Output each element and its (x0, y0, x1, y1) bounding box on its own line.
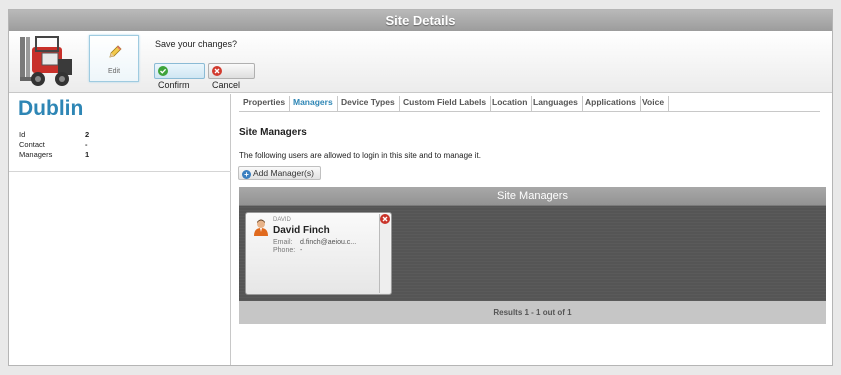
tab-managers[interactable]: Managers (289, 96, 338, 111)
property-key: Contact (19, 140, 45, 149)
save-prompt: Save your changes? (155, 39, 238, 49)
cancel-label: Cancel (212, 80, 241, 90)
window-title: Site Details (9, 10, 832, 31)
add-manager-label: Add Manager(s) (253, 168, 314, 178)
results-summary: Results 1 - 1 out of 1 (239, 301, 826, 324)
tab-voice[interactable]: Voice (638, 96, 670, 111)
edit-button-label: Edit (107, 68, 121, 75)
card-scrollbar[interactable] (379, 214, 390, 293)
toolbar: Edit Save your changes? Confirm Cancel (9, 31, 832, 93)
confirm-label: Confirm (158, 80, 190, 90)
property-value: 1 (85, 150, 90, 159)
manager-name: David Finch (273, 225, 330, 236)
property-value: 2 (85, 130, 90, 139)
tab-languages[interactable]: Languages (529, 96, 583, 111)
property-value: - (85, 140, 88, 149)
site-details-window: Site Details Edit Save your changes? Con… (8, 9, 833, 366)
user-avatar-icon (254, 219, 268, 236)
check-icon (158, 66, 168, 76)
property-key: Id (19, 130, 26, 139)
managers-grid: Site Managers DAVID David Finch Email: d.… (239, 187, 826, 324)
phone-label: Phone: (273, 247, 296, 254)
cancel-button[interactable]: Cancel (208, 63, 255, 90)
add-manager-button[interactable]: + Add Manager(s) (238, 166, 321, 180)
divider (9, 171, 231, 172)
manager-role: DAVID (273, 217, 291, 223)
property-row: Id 2 (19, 130, 99, 140)
confirm-button[interactable]: Confirm (154, 63, 205, 90)
property-row: Managers 1 (19, 150, 99, 160)
site-summary-pane: Dublin Id 2 Contact - Managers 1 (9, 94, 231, 365)
pencil-icon (109, 45, 122, 58)
tab-custom-field-labels[interactable]: Custom Field Labels (399, 96, 492, 111)
grid-body: DAVID David Finch Email: d.finch@aeiou.c.… (239, 206, 826, 301)
tab-location[interactable]: Location (488, 96, 533, 111)
property-key: Managers (19, 150, 53, 159)
plus-icon: + (242, 170, 251, 179)
manager-phone-row: Phone: - (273, 247, 302, 254)
edit-button[interactable]: Edit (89, 35, 139, 82)
site-name: Dublin (18, 97, 84, 120)
site-properties: Id 2 Contact - Managers 1 (19, 130, 99, 160)
manager-card[interactable]: DAVID David Finch Email: d.finch@aeiou.c.… (245, 212, 392, 295)
tab-applications[interactable]: Applications (581, 96, 642, 111)
tab-bar: Properties Managers Device Types Custom … (239, 96, 820, 112)
section-description: The following users are allowed to login… (239, 151, 481, 160)
forklift-icon (20, 36, 72, 86)
property-row: Contact - (19, 140, 99, 150)
tab-properties[interactable]: Properties (239, 96, 291, 111)
email-label: Email: (273, 239, 293, 246)
remove-manager-icon[interactable] (380, 214, 390, 224)
manager-email: d.finch@aeiou.c... (300, 239, 357, 246)
manager-phone: - (300, 247, 303, 254)
manager-email-row: Email: d.finch@aeiou.c... (273, 239, 356, 246)
tab-device-types[interactable]: Device Types (337, 96, 400, 111)
section-title: Site Managers (239, 127, 307, 138)
grid-title: Site Managers (239, 187, 826, 206)
cancel-icon (212, 66, 222, 76)
